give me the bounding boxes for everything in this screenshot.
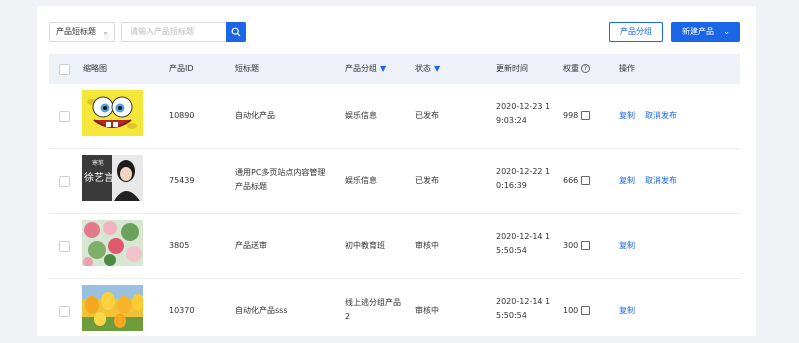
edit-icon[interactable] <box>581 241 591 250</box>
cell-title: 自动化产品sss <box>235 306 288 315</box>
cell-weight: 666 <box>563 174 591 188</box>
cell-status: 审核中 <box>415 241 439 250</box>
header-weight-label: 权重 <box>563 64 579 73</box>
cell-weight-value: 100 <box>563 306 579 315</box>
search-field-select[interactable]: 产品短标题 ⌄ <box>49 22 115 42</box>
cell-weight-value: 300 <box>563 241 579 250</box>
category-button[interactable]: 产品分组 <box>609 22 663 42</box>
cell-id: 10890 <box>169 111 195 120</box>
filter-icon[interactable]: ▼ <box>380 64 386 73</box>
cell-updated-line1: 2020-12-23 1 <box>496 102 551 111</box>
cell-title: 自动化产品 <box>235 111 275 120</box>
row-checkbox[interactable] <box>59 306 70 317</box>
help-icon[interactable]: ? <box>581 64 590 73</box>
cell-updated-line1: 2020-12-14 1 <box>496 297 551 306</box>
cell-group: 娱乐信息 <box>345 111 377 120</box>
cell-actions: 复制 取消发布 <box>619 109 687 123</box>
cell-actions: 复制 <box>619 239 645 253</box>
search-button[interactable] <box>226 22 246 42</box>
chevron-down-icon: ⌄ <box>102 27 109 36</box>
row-checkbox[interactable] <box>59 241 70 252</box>
product-thumbnail <box>82 285 143 331</box>
cell-weight: 300 <box>563 239 591 253</box>
cell-group: 线上逃分组产品 2 <box>345 296 401 324</box>
cell-group: 娱乐信息 <box>345 176 377 185</box>
select-all-checkbox[interactable] <box>59 64 70 75</box>
cell-updated-line2: 9:03:24 <box>496 116 527 125</box>
cell-weight: 998 <box>563 109 591 123</box>
cell-title: 产品送审 <box>235 241 267 250</box>
header-updated: 更新时间 <box>496 64 528 73</box>
edit-icon[interactable] <box>581 176 591 185</box>
cell-id: 3805 <box>169 241 190 250</box>
cell-weight-value: 666 <box>563 176 579 185</box>
header-actions: 操作 <box>619 64 635 73</box>
filter-icon[interactable]: ▼ <box>434 64 440 73</box>
chevron-down-icon: ⌄ <box>723 27 730 36</box>
table-row: 10370 自动化产品sss 线上逃分组产品 2 审核中 2020-12-14 … <box>49 279 740 343</box>
table-header: 缩略图 产品ID 短标题 产品分组 ▼ 状态 ▼ 更新时间 权重? 操作 <box>49 54 740 84</box>
header-id: 产品ID <box>169 64 194 73</box>
edit-icon[interactable] <box>581 306 591 315</box>
cell-title-line2: 产品标题 <box>235 182 267 191</box>
copy-link[interactable]: 复制 <box>619 176 635 185</box>
cell-updated-line2: 5:50:54 <box>496 311 527 320</box>
cell-weight: 100 <box>563 304 591 318</box>
cell-id: 10370 <box>169 306 195 315</box>
cell-updated-line1: 2020-12-14 1 <box>496 232 551 241</box>
cell-title-line1: 通用PC多页站点内容管理 <box>235 168 326 177</box>
new-product-button[interactable]: 新建产品 ⌄ <box>671 22 740 42</box>
cell-id: 75439 <box>169 176 195 185</box>
cell-status: 已发布 <box>415 176 439 185</box>
cell-group-line1: 线上逃分组产品 <box>345 298 401 307</box>
row-checkbox[interactable] <box>59 111 70 122</box>
thumbnail-caption-large: 徐艺言 <box>84 173 114 184</box>
row-checkbox[interactable] <box>59 176 70 187</box>
table-row: 寒笔 徐艺言 75439 通用PC多页站点内容管理 产品标题 娱乐信息 已发布 … <box>49 149 740 214</box>
header-status-label: 状态 <box>415 64 431 73</box>
unpublish-link[interactable]: 取消发布 <box>645 176 677 185</box>
new-product-label: 新建产品 <box>682 27 714 36</box>
cell-updated: 2020-12-22 1 0:16:39 <box>496 165 550 193</box>
header-status: 状态 ▼ <box>415 54 440 84</box>
header-group: 产品分组 ▼ <box>345 54 386 84</box>
product-thumbnail <box>82 90 143 136</box>
cell-group: 初中教育班 <box>345 241 385 250</box>
product-thumbnail <box>82 220 143 266</box>
cell-updated: 2020-12-23 1 9:03:24 <box>496 100 550 128</box>
edit-icon[interactable] <box>581 111 591 120</box>
cell-status: 已发布 <box>415 111 439 120</box>
cell-updated-line2: 0:16:39 <box>496 181 527 190</box>
copy-link[interactable]: 复制 <box>619 306 635 315</box>
table-row: 3805 产品送审 初中教育班 审核中 2020-12-14 1 5:50:54… <box>49 214 740 279</box>
cell-status: 审核中 <box>415 306 439 315</box>
cell-updated: 2020-12-14 1 5:50:54 <box>496 295 550 323</box>
thumbnail-caption-small: 寒笔 <box>92 160 105 167</box>
table-row: 10890 自动化产品 娱乐信息 已发布 2020-12-23 1 9:03:2… <box>49 84 740 149</box>
search-input[interactable]: 请输入产品短标题 <box>121 22 227 42</box>
copy-link[interactable]: 复制 <box>619 111 635 120</box>
cell-actions: 复制 取消发布 <box>619 174 687 188</box>
header-thumbnail: 缩略图 <box>83 64 107 73</box>
product-list-card: 产品短标题 ⌄ 请输入产品短标题 产品分组 新建产品 ⌄ 缩略图 产品ID 短标… <box>37 6 756 336</box>
toolbar: 产品短标题 ⌄ 请输入产品短标题 产品分组 新建产品 ⌄ <box>49 22 744 44</box>
header-weight: 权重? <box>563 54 590 84</box>
copy-link[interactable]: 复制 <box>619 241 635 250</box>
product-thumbnail: 寒笔 徐艺言 <box>82 155 143 201</box>
cell-group-line2: 2 <box>345 312 351 321</box>
cell-weight-value: 998 <box>563 111 579 120</box>
cell-updated-line2: 5:50:54 <box>496 246 527 255</box>
search-input-placeholder: 请输入产品短标题 <box>130 27 194 36</box>
unpublish-link[interactable]: 取消发布 <box>645 111 677 120</box>
search-field-select-label: 产品短标题 <box>56 27 96 36</box>
cell-updated: 2020-12-14 1 5:50:54 <box>496 230 550 258</box>
cell-updated-line1: 2020-12-22 1 <box>496 167 551 176</box>
header-title: 短标题 <box>235 64 259 73</box>
cell-title: 通用PC多页站点内容管理 产品标题 <box>235 166 325 194</box>
cell-actions: 复制 <box>619 304 645 318</box>
header-group-label: 产品分组 <box>345 64 377 73</box>
search-icon <box>231 27 241 37</box>
